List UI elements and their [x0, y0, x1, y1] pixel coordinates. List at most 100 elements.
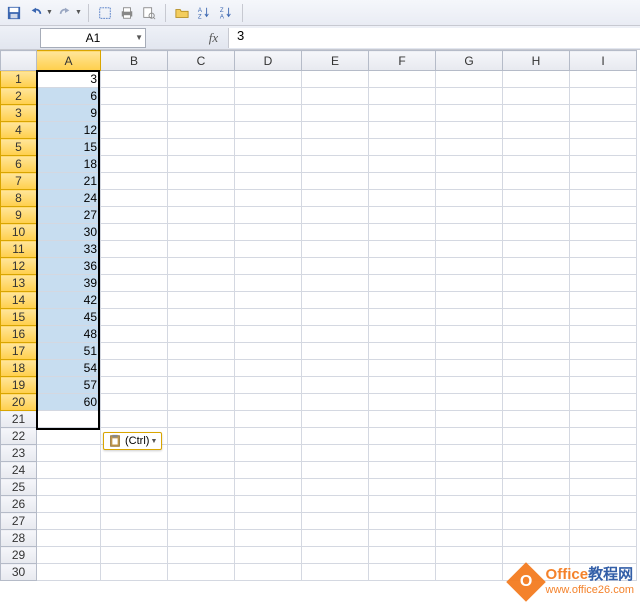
cell[interactable] [570, 88, 637, 105]
cell[interactable] [168, 190, 235, 207]
cell[interactable] [235, 190, 302, 207]
cell[interactable] [302, 292, 369, 309]
cell[interactable] [101, 513, 168, 530]
cell[interactable] [369, 530, 436, 547]
cell[interactable] [101, 411, 168, 428]
cell[interactable] [168, 496, 235, 513]
sort-asc-icon[interactable]: AZ [194, 3, 214, 23]
formula-input[interactable]: 3 [229, 28, 640, 48]
cell[interactable] [101, 275, 168, 292]
row-header[interactable]: 25 [1, 479, 37, 496]
cell[interactable] [235, 530, 302, 547]
save-icon[interactable] [4, 3, 24, 23]
open-icon[interactable] [172, 3, 192, 23]
cell[interactable] [436, 309, 503, 326]
cell[interactable] [369, 207, 436, 224]
cell[interactable] [369, 122, 436, 139]
cell[interactable] [503, 343, 570, 360]
cell[interactable] [503, 411, 570, 428]
cell[interactable] [503, 71, 570, 88]
cell[interactable] [101, 207, 168, 224]
cell[interactable] [570, 343, 637, 360]
cell[interactable] [503, 428, 570, 445]
cell[interactable] [369, 275, 436, 292]
cell[interactable] [37, 462, 101, 479]
cell[interactable] [570, 428, 637, 445]
cell[interactable] [503, 207, 570, 224]
cell[interactable] [436, 105, 503, 122]
cell[interactable]: 15 [37, 139, 101, 156]
cell[interactable] [168, 156, 235, 173]
row-header[interactable]: 24 [1, 462, 37, 479]
cell[interactable] [101, 377, 168, 394]
cell[interactable] [168, 564, 235, 581]
cell[interactable] [168, 428, 235, 445]
cell[interactable] [168, 139, 235, 156]
cell[interactable] [570, 394, 637, 411]
cell[interactable] [302, 462, 369, 479]
cell[interactable] [101, 479, 168, 496]
cell[interactable] [37, 496, 101, 513]
cell[interactable] [168, 224, 235, 241]
column-header[interactable]: A [37, 51, 101, 71]
cell[interactable] [436, 547, 503, 564]
cell[interactable] [235, 428, 302, 445]
cell[interactable] [436, 462, 503, 479]
cell[interactable] [503, 156, 570, 173]
cell[interactable] [369, 377, 436, 394]
cell[interactable] [302, 309, 369, 326]
cell[interactable] [101, 139, 168, 156]
cell[interactable] [503, 377, 570, 394]
undo-dropdown-icon[interactable]: ▼ [46, 9, 53, 16]
cell[interactable]: 9 [37, 105, 101, 122]
cell[interactable]: 39 [37, 275, 101, 292]
cell[interactable] [503, 326, 570, 343]
cell[interactable] [436, 343, 503, 360]
cell[interactable] [436, 258, 503, 275]
paste-options-tag[interactable]: (Ctrl) ▼ [103, 432, 162, 450]
cell[interactable] [369, 496, 436, 513]
cell[interactable] [436, 411, 503, 428]
fx-button[interactable]: fx [199, 28, 229, 48]
cell[interactable] [235, 173, 302, 190]
cell[interactable] [235, 139, 302, 156]
cell[interactable] [235, 258, 302, 275]
cell[interactable] [570, 547, 637, 564]
cell[interactable] [168, 547, 235, 564]
cell[interactable]: 51 [37, 343, 101, 360]
cell[interactable] [302, 71, 369, 88]
cell[interactable] [101, 156, 168, 173]
row-header[interactable]: 16 [1, 326, 37, 343]
cell[interactable] [436, 360, 503, 377]
cell[interactable] [168, 241, 235, 258]
cell[interactable] [235, 360, 302, 377]
cell[interactable] [168, 122, 235, 139]
row-header[interactable]: 28 [1, 530, 37, 547]
cell[interactable] [570, 105, 637, 122]
cell[interactable] [168, 275, 235, 292]
row-header[interactable]: 20 [1, 394, 37, 411]
cell[interactable]: 3 [37, 71, 101, 88]
cell[interactable]: 33 [37, 241, 101, 258]
cell[interactable] [302, 394, 369, 411]
cell[interactable] [302, 258, 369, 275]
cell[interactable] [570, 377, 637, 394]
cell[interactable] [302, 326, 369, 343]
cell[interactable] [369, 547, 436, 564]
cell[interactable] [570, 224, 637, 241]
cell[interactable] [369, 224, 436, 241]
row-header[interactable]: 12 [1, 258, 37, 275]
cell[interactable] [570, 241, 637, 258]
cell[interactable] [570, 122, 637, 139]
cell[interactable] [369, 445, 436, 462]
cell[interactable] [302, 122, 369, 139]
cell[interactable] [168, 479, 235, 496]
cell[interactable] [101, 88, 168, 105]
cell[interactable] [369, 241, 436, 258]
cell[interactable] [302, 411, 369, 428]
cell[interactable] [302, 190, 369, 207]
cell[interactable]: 18 [37, 156, 101, 173]
cell[interactable] [168, 88, 235, 105]
cell[interactable] [369, 428, 436, 445]
row-header[interactable]: 27 [1, 513, 37, 530]
